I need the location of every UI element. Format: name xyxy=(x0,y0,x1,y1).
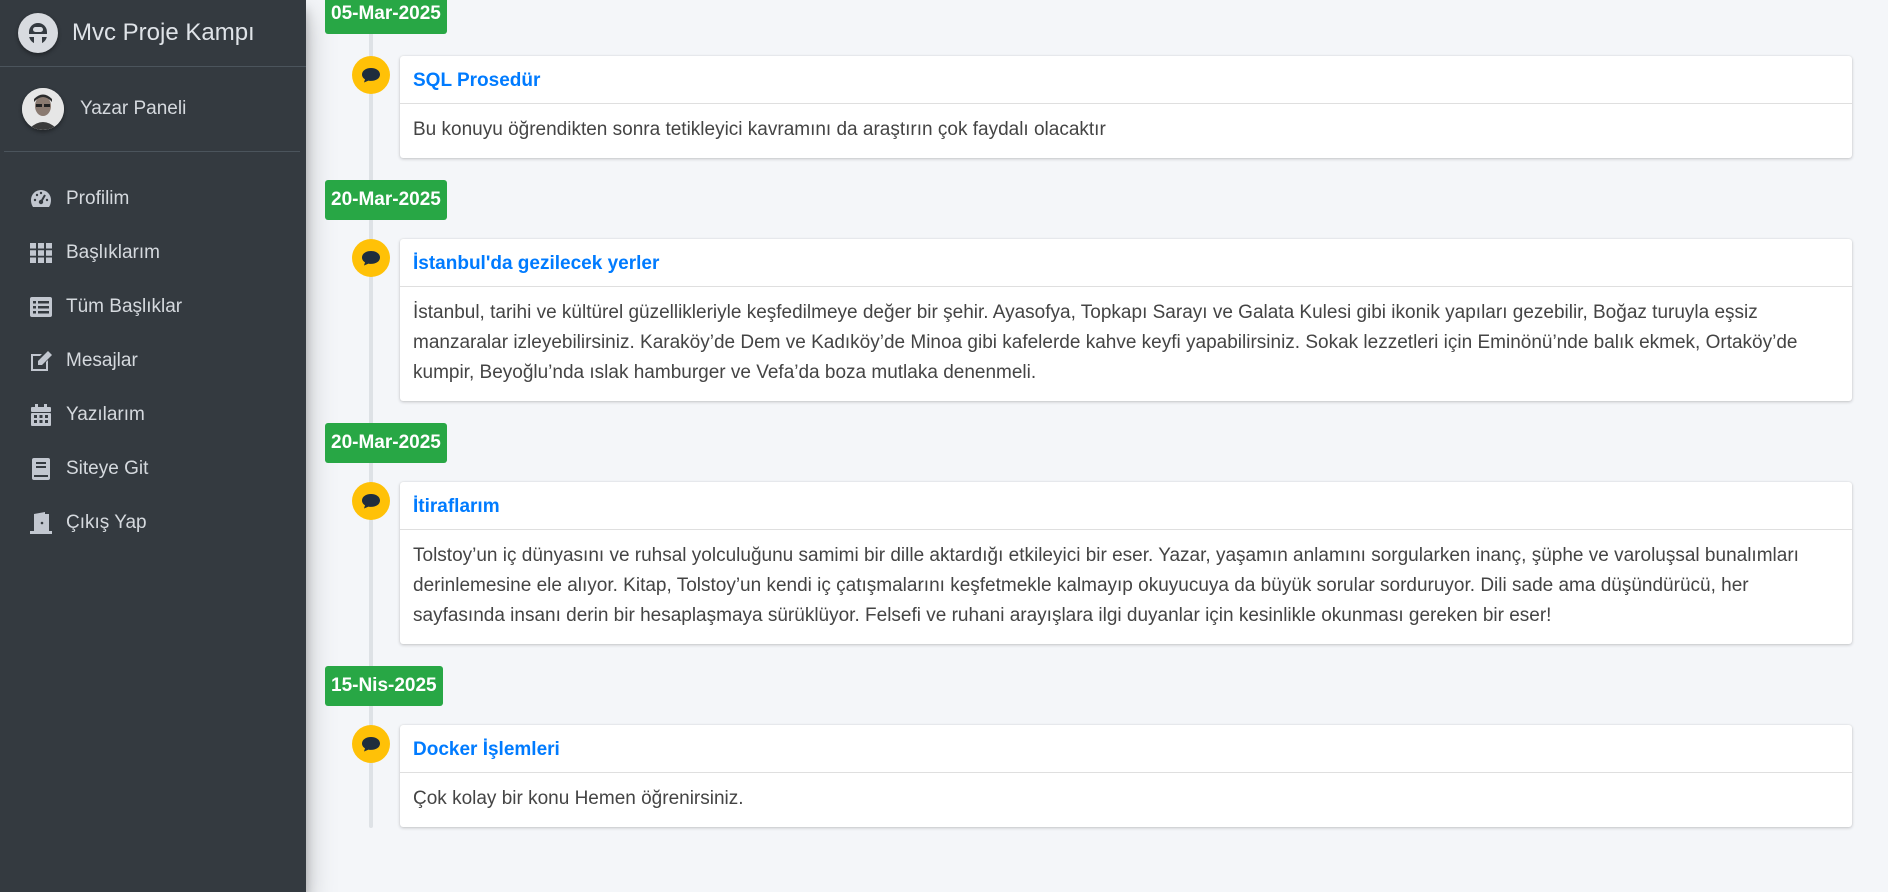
timeline-item: SQL Prosedür Bu konuyu öğrendikten sonra… xyxy=(400,56,1852,158)
list-icon xyxy=(28,295,54,319)
sidebar-item-label: Çıkış Yap xyxy=(66,512,147,533)
sidebar-item-siteye-git[interactable]: Siteye Git xyxy=(0,442,306,496)
timeline-item-body: İstanbul, tarihi ve kültürel güzellikler… xyxy=(413,302,1798,383)
calendar-icon xyxy=(28,403,54,427)
door-icon xyxy=(28,511,54,535)
comment-icon xyxy=(352,725,390,763)
timeline-item-title[interactable]: Docker İşlemleri xyxy=(400,725,1852,773)
content-wrapper: 05-Mar-2025 SQL Prosedür Bu konuyu öğren… xyxy=(306,0,1888,892)
time-label: 05-Mar-2025 xyxy=(325,0,447,34)
sidebar-item-label: Başlıklarım xyxy=(66,242,160,263)
sidebar-nav: Profilim Başlıklarım Tüm Başlıklar Mesaj… xyxy=(0,152,306,550)
time-label: 20-Mar-2025 xyxy=(325,180,447,220)
timeline-item: İstanbul'da gezilecek yerler İstanbul, t… xyxy=(400,239,1852,401)
sidebar-item-label: Tüm Başlıklar xyxy=(66,296,183,317)
timeline-item-title[interactable]: İstanbul'da gezilecek yerler xyxy=(400,239,1852,287)
brand-logo-icon xyxy=(18,13,58,53)
book-icon xyxy=(28,457,54,481)
timeline-item-body: Çok kolay bir konu Hemen öğrenirsiniz. xyxy=(413,788,744,809)
user-avatar xyxy=(22,88,64,130)
timeline-item-title[interactable]: İtiraflarım xyxy=(400,482,1852,530)
timeline-item: İtiraflarım Tolstoy’un iç dünyasını ve r… xyxy=(400,482,1852,644)
sidebar: Mvc Proje Kampı Yazar Paneli Profilim Ba… xyxy=(0,0,306,892)
timeline-item-body: Bu konuyu öğrendikten sonra tetikleyici … xyxy=(413,119,1106,140)
sidebar-item-cikis-yap[interactable]: Çıkış Yap xyxy=(0,496,306,550)
time-label: 15-Nis-2025 xyxy=(325,666,443,706)
sidebar-item-label: Siteye Git xyxy=(66,458,149,479)
sidebar-item-tum-basliklar[interactable]: Tüm Başlıklar xyxy=(0,280,306,334)
sidebar-item-profilim[interactable]: Profilim xyxy=(0,172,306,226)
user-name: Yazar Paneli xyxy=(80,98,187,119)
brand-title: Mvc Proje Kampı xyxy=(72,19,255,46)
comment-icon xyxy=(352,239,390,277)
brand-link[interactable]: Mvc Proje Kampı xyxy=(0,0,306,67)
comment-icon xyxy=(352,482,390,520)
sidebar-item-yazilarim[interactable]: Yazılarım xyxy=(0,388,306,442)
time-label: 20-Mar-2025 xyxy=(325,423,447,463)
sidebar-item-label: Yazılarım xyxy=(66,404,145,425)
sidebar-item-mesajlar[interactable]: Mesajlar xyxy=(0,334,306,388)
edit-icon xyxy=(28,349,54,373)
timeline-item-title[interactable]: SQL Prosedür xyxy=(400,56,1852,104)
comment-icon xyxy=(352,56,390,94)
tachometer-icon xyxy=(28,187,54,211)
grid-icon xyxy=(28,241,54,265)
sidebar-item-label: Mesajlar xyxy=(66,350,138,371)
user-panel[interactable]: Yazar Paneli xyxy=(4,67,300,152)
sidebar-item-basliklarim[interactable]: Başlıklarım xyxy=(0,226,306,280)
sidebar-item-label: Profilim xyxy=(66,188,130,209)
timeline-item-body: Tolstoy’un iç dünyasını ve ruhsal yolcul… xyxy=(413,545,1799,626)
timeline-item: Docker İşlemleri Çok kolay bir konu Heme… xyxy=(400,725,1852,827)
